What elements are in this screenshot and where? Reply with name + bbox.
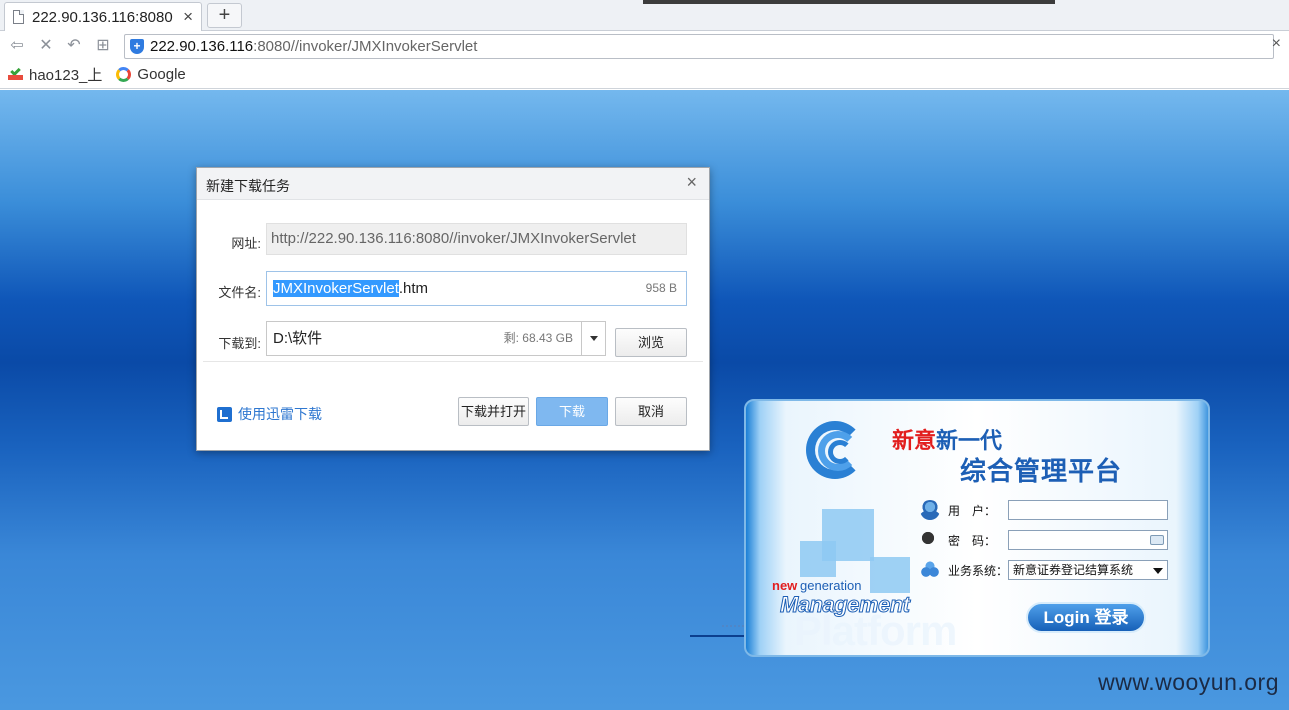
bookmarks-bar: hao123_上 Google (0, 61, 1289, 89)
key-icon (920, 530, 940, 550)
saveto-label: 下载到: (218, 336, 261, 351)
new-text: new (772, 578, 798, 593)
system-label: 业务系统： (948, 563, 1009, 578)
thunder-download-link[interactable]: 使用迅雷下载 (217, 404, 322, 424)
system-select-value: 新意证券登记结算系统 (1013, 563, 1134, 577)
bookmark-label: hao123_上 (29, 67, 103, 84)
chevron-down-icon (1153, 568, 1163, 574)
page-icon (13, 10, 24, 24)
browser-tab[interactable]: 222.90.136.116:8080 × (4, 2, 202, 31)
watermark: www.wooyun.org (1098, 669, 1279, 695)
keyboard-icon[interactable] (1150, 535, 1164, 545)
download-button[interactable]: 下载 (536, 397, 608, 426)
bookmark-google[interactable]: Google (116, 66, 186, 83)
address-bar[interactable]: + 222.90.136.116 :8080//invoker/JMXInvok… (124, 34, 1274, 59)
filename-label: 文件名: (218, 285, 261, 300)
cancel-button[interactable]: 取消 (615, 397, 687, 426)
shield-icon: + (130, 39, 144, 54)
nav-bar: ⇦ ✕ ↶ ⊞ + 222.90.136.116 :8080//invoker/… (0, 31, 1289, 61)
user-row: 用 户： (920, 500, 1168, 520)
tab-title: 222.90.136.116:8080 (32, 8, 173, 26)
undo-icon[interactable]: ↶ (64, 36, 84, 56)
dialog-title: 新建下载任务 (206, 178, 290, 194)
close-icon[interactable]: × (1272, 35, 1281, 53)
grid-icon[interactable]: ⊞ (93, 36, 113, 56)
tab-bar: 222.90.136.116:8080 × + (0, 0, 1289, 31)
download-open-button[interactable]: 下载并打开 (458, 397, 529, 426)
google-icon (116, 67, 132, 82)
decor-square (870, 557, 910, 593)
filename-field[interactable]: JMXInvokerServlet.htm 958 B (266, 271, 687, 306)
back-icon[interactable]: ⇦ (7, 36, 27, 56)
filename-ext: .htm (398, 280, 429, 297)
user-icon (920, 500, 940, 520)
filename-selected: JMXInvokerServlet (273, 280, 399, 297)
brand-name: 新意 (892, 429, 937, 454)
bookmark-hao123[interactable]: hao123_上 (7, 64, 102, 85)
saveto-dropdown[interactable] (581, 322, 605, 355)
browse-button[interactable]: 浏览 (615, 328, 687, 357)
management-text: Management (779, 592, 910, 618)
close-tab-icon[interactable]: × (183, 7, 193, 27)
logo-icon (806, 421, 868, 479)
address-host: 222.90.136.116 (150, 38, 254, 55)
username-input[interactable] (1008, 500, 1168, 520)
saveto-field[interactable]: D:\软件 剩: 68.43 GB (266, 321, 606, 356)
decor-square (800, 541, 836, 577)
window-strip (643, 0, 1055, 4)
dialog-header: 新建下载任务 × (197, 168, 709, 200)
login-subtitle: 综合管理平台 (960, 457, 1123, 487)
system-row: 业务系统： 新意证券登记结算系统 (920, 560, 1168, 580)
password-input[interactable] (1008, 530, 1168, 550)
login-panel: 新意新一代 综合管理平台 用 户： 密 码： 业务系统： 新意证券登记结算系统 … (744, 399, 1210, 657)
system-select[interactable]: 新意证券登记结算系统 (1008, 560, 1168, 580)
new-tab-button[interactable]: + (207, 3, 242, 28)
hao123-icon (7, 65, 24, 82)
login-button[interactable]: Login 登录 (1026, 602, 1146, 633)
url-field: http://222.90.136.116:8080//invoker/JMXI… (266, 223, 687, 255)
thunder-icon (217, 406, 232, 422)
password-label: 密 码： (948, 533, 997, 548)
thunder-link-label: 使用迅雷下载 (238, 406, 322, 422)
stop-icon[interactable]: ✕ (36, 36, 56, 56)
divider (203, 361, 703, 362)
close-icon[interactable]: × (686, 172, 697, 193)
filesize: 958 B (645, 281, 677, 295)
address-path: :8080//invoker/JMXInvokerServlet (253, 38, 478, 55)
password-row: 密 码： (920, 530, 1168, 550)
free-space: 剩: 68.43 GB (503, 331, 573, 345)
bookmark-label: Google (137, 66, 186, 83)
system-icon (920, 560, 940, 580)
url-label: 网址: (231, 236, 261, 251)
generation-text: generation (800, 578, 862, 593)
user-label: 用 户： (948, 503, 997, 518)
saveto-path: D:\软件 (273, 330, 323, 347)
download-dialog: 新建下载任务 × 网址: http://222.90.136.116:8080/… (196, 167, 710, 451)
